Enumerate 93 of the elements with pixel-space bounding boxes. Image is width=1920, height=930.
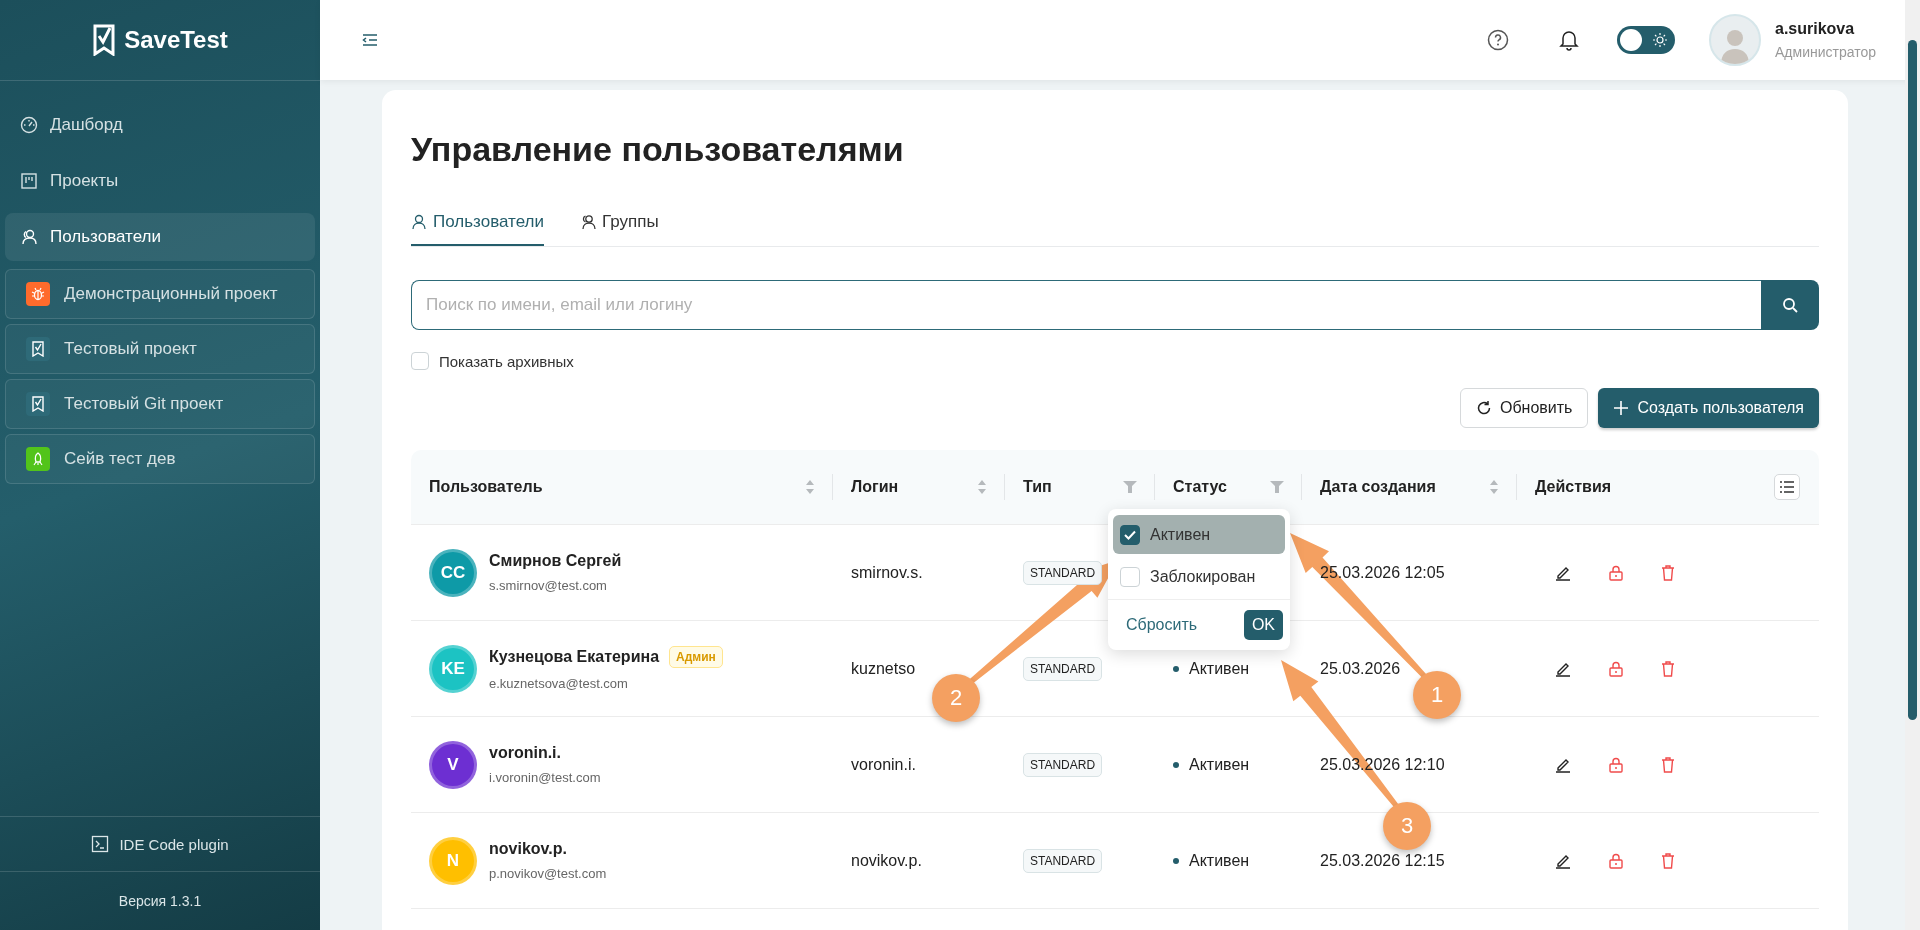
user-name: a.surikova [1775, 20, 1856, 38]
sort-icon[interactable] [805, 479, 815, 495]
delete-icon[interactable] [1661, 564, 1675, 581]
delete-icon[interactable] [1661, 852, 1675, 869]
users-icon [579, 214, 596, 230]
filter-option[interactable]: Заблокирован [1113, 557, 1285, 596]
search-button[interactable] [1761, 280, 1819, 330]
nav-item[interactable]: Дашборд [5, 101, 315, 149]
column-header: Статус [1173, 478, 1228, 496]
column-header: Логин [851, 478, 900, 496]
type-badge: STANDARD [1023, 656, 1103, 681]
search-icon [1782, 297, 1798, 313]
create-user-button[interactable]: Создать пользователя [1598, 388, 1819, 428]
project-item[interactable]: Сейв тест дев [5, 434, 315, 484]
refresh-button[interactable]: Обновить [1459, 388, 1589, 428]
lock-icon[interactable] [1609, 852, 1623, 869]
page-title: Управление пользователями [411, 129, 905, 170]
login-cell: smirnov.s. [851, 563, 923, 582]
logo-icon [92, 24, 117, 56]
type-badge: STANDARD [1023, 752, 1103, 777]
theme-toggle[interactable] [1617, 26, 1675, 54]
delete-icon[interactable] [1661, 660, 1675, 677]
tab[interactable]: Группы [579, 200, 659, 246]
menu-collapse-icon[interactable] [362, 33, 378, 47]
version-label: Версия 1.3.1 [117, 892, 203, 911]
help-icon[interactable] [1487, 29, 1509, 51]
archived-label: Показать архивных [439, 352, 574, 370]
user-avatar: KE [429, 644, 477, 693]
user-avatar: V [429, 740, 477, 789]
column-header: Тип [1023, 478, 1053, 496]
user-email: e.kuznetsova@test.com [489, 676, 629, 691]
sort-icon[interactable] [1489, 479, 1499, 495]
reset-link[interactable]: Сбросить [1126, 616, 1198, 634]
login-cell: voronin.i. [851, 755, 916, 774]
admin-badge: Админ [669, 646, 723, 668]
column-header: Дата создания [1320, 478, 1437, 496]
status-dot [1173, 857, 1179, 864]
scrollbar[interactable] [1905, 0, 1920, 930]
users-icon [20, 228, 38, 246]
sort-icon[interactable] [977, 479, 987, 495]
date-cell: 25.03.2026 12:15 [1320, 851, 1445, 870]
user-name: voronin.i. [489, 744, 561, 762]
lock-icon[interactable] [1609, 756, 1623, 773]
date-cell: 25.03.2026 [1320, 659, 1401, 678]
search-field[interactable]: Поиск по имени, email или логину [411, 280, 1761, 330]
user-name: Кузнецова Екатерина [489, 648, 660, 666]
delete-icon[interactable] [1661, 756, 1675, 773]
type-badge: STANDARD [1023, 560, 1103, 585]
status-dot [1173, 665, 1179, 672]
list-icon [1780, 481, 1794, 493]
lock-icon[interactable] [1609, 564, 1623, 581]
archived-checkbox[interactable] [411, 352, 429, 370]
lock-icon[interactable] [1609, 660, 1623, 677]
board-icon [20, 172, 38, 190]
status-dot [1173, 761, 1179, 768]
nav-item[interactable]: Пользователи [5, 213, 315, 261]
logo-text: SaveTest [124, 26, 228, 54]
user-name: novikov.p. [489, 840, 567, 858]
ok-button[interactable]: OK [1243, 610, 1283, 640]
user-name: Смирнов Сергей [489, 552, 622, 570]
user-role: Администратор [1775, 44, 1877, 60]
status-cell: Активен [1189, 851, 1250, 870]
login-cell: kuznetso [851, 659, 916, 678]
plugin-link[interactable]: IDE Code plugin [0, 816, 320, 872]
column-settings-button[interactable] [1774, 474, 1800, 500]
user-email: i.voronin@test.com [489, 770, 601, 785]
project-item[interactable]: Демонстрационный проект [5, 269, 315, 319]
refresh-icon [1475, 400, 1492, 416]
option-checkbox[interactable] [1120, 524, 1140, 545]
terminal-icon [91, 835, 110, 853]
user-icon [411, 214, 427, 230]
filter-option[interactable]: Активен [1113, 515, 1285, 554]
user-email: s.smirnov@test.com [489, 578, 608, 593]
login-cell: novikov.p. [851, 851, 922, 870]
check-icon [1124, 529, 1136, 540]
status-cell: Активен [1189, 755, 1250, 774]
user-avatar: N [429, 836, 477, 885]
project-item[interactable]: Тестовый проект [5, 324, 315, 374]
status-cell: Активен [1189, 659, 1250, 678]
nav-item[interactable]: Проекты [5, 157, 315, 205]
user-email: p.novikov@test.com [489, 866, 607, 881]
column-header: Пользователь [429, 478, 544, 496]
gauge-icon [20, 116, 38, 134]
sun-icon [1653, 33, 1667, 47]
plus-icon [1613, 400, 1630, 416]
filter-icon[interactable] [1123, 481, 1137, 493]
column-header: Действия [1535, 478, 1613, 496]
filter-icon[interactable] [1270, 481, 1284, 493]
project-item[interactable]: Тестовый Git проект [5, 379, 315, 429]
type-badge: STANDARD [1023, 848, 1103, 873]
user-avatar: CC [429, 548, 477, 597]
bell-icon[interactable] [1559, 29, 1579, 51]
tab[interactable]: Пользователи [411, 200, 544, 246]
